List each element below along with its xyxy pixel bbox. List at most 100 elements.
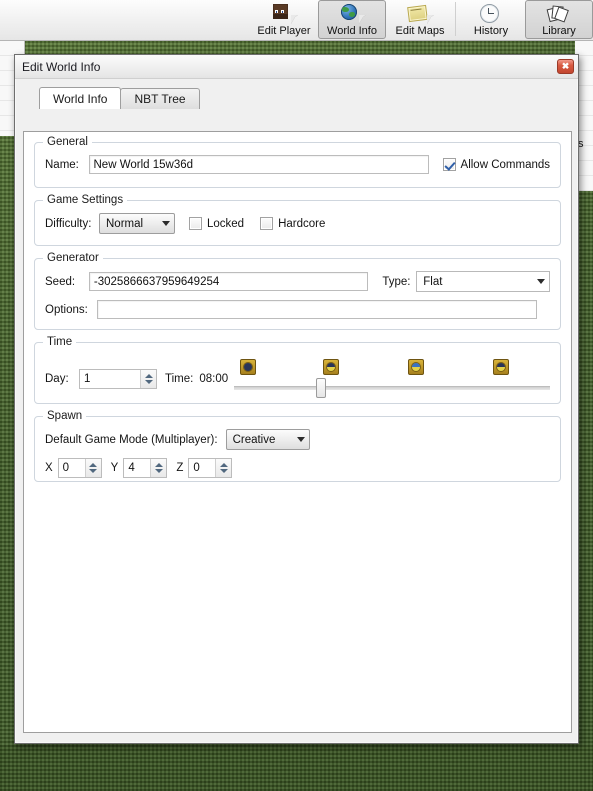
group-game-settings: Game Settings Difficulty: Normal Locked … (34, 194, 561, 246)
time-row: Day: 1 Time: 08:00 (45, 359, 550, 403)
clock-icon-dawn (322, 359, 339, 375)
spawn-y-spinner-buttons[interactable] (150, 459, 167, 477)
z-label: Z (176, 462, 184, 474)
edit-world-info-dialog: Edit World Info ✖ World Info NBT Tree Ge… (14, 54, 579, 744)
day-spinner[interactable]: 1 (79, 369, 157, 389)
toolbar-item-history[interactable]: History (457, 0, 525, 39)
time-label: Time: (165, 373, 194, 385)
tab-nbt-tree[interactable]: NBT Tree (120, 88, 200, 109)
time-value: 08:00 (199, 373, 229, 385)
toolbar-label-history: History (473, 25, 509, 37)
spinner-down-icon[interactable] (89, 469, 98, 473)
world-background-shadow-band (0, 745, 593, 791)
day-spinner-buttons[interactable] (140, 370, 156, 388)
toolbar-label-edit-player: Edit Player (257, 25, 311, 37)
group-spawn: Spawn Default Game Mode (Multiplayer): C… (34, 410, 561, 482)
clock-icon-day (407, 359, 424, 375)
toolbar-label-world-info: World Info (327, 25, 377, 37)
gamemode-value: Creative (232, 433, 276, 446)
close-glyph: ✖ (561, 61, 570, 71)
spinner-up-icon[interactable] (144, 374, 153, 378)
tab-world-info[interactable]: World Info (39, 87, 122, 109)
toolbar-item-edit-player[interactable]: Edit Player (250, 0, 318, 39)
hardcore-label: Hardcore (278, 217, 326, 230)
toolbar-item-world-info[interactable]: World Info (318, 0, 386, 39)
x-label: X (45, 462, 53, 474)
allow-commands-label: Allow Commands (460, 158, 551, 171)
gamemode-label: Default Game Mode (Multiplayer): (45, 433, 218, 446)
gamemode-select[interactable]: Creative (225, 429, 310, 450)
options-input[interactable] (97, 300, 537, 319)
chevron-down-icon (296, 437, 305, 442)
dialog-titlebar[interactable]: Edit World Info ✖ (15, 55, 578, 79)
toolbar-label-edit-maps: Edit Maps (395, 25, 445, 37)
toolbar-label-library: Library (542, 25, 576, 37)
locked-checkbox[interactable] (189, 217, 202, 230)
clock-icon (476, 3, 506, 24)
group-spawn-legend: Spawn (43, 410, 87, 422)
clock-icon-night (240, 359, 257, 375)
group-general-legend: General (43, 136, 92, 148)
spawn-x-value: 0 (62, 462, 70, 474)
general-name-row: Name: New World 15w36d Allow Commands (45, 155, 550, 174)
spawn-gamemode-row: Default Game Mode (Multiplayer): Creativ… (45, 429, 550, 450)
group-generator-legend: Generator (43, 252, 103, 264)
clock-icon-dusk (493, 359, 510, 375)
spawn-y-spinner[interactable]: 4 (123, 458, 168, 478)
options-label: Options: (45, 303, 88, 316)
close-icon[interactable]: ✖ (557, 59, 574, 74)
spinner-down-icon[interactable] (154, 469, 163, 473)
map-icon (405, 3, 435, 24)
spawn-x-spinner[interactable]: 0 (57, 458, 102, 478)
chevron-down-icon (162, 221, 170, 226)
time-slider-track[interactable] (234, 386, 550, 390)
group-game-settings-legend: Game Settings (43, 194, 128, 206)
difficulty-select[interactable]: Normal (99, 213, 175, 234)
tab-strip: World Info NBT Tree (39, 87, 572, 109)
time-slider-area[interactable] (234, 359, 550, 403)
day-value: 1 (84, 373, 91, 385)
toolbar-item-library[interactable]: Library (525, 0, 593, 39)
y-label: Y (110, 462, 119, 474)
books-icon (544, 3, 574, 24)
type-select[interactable]: Flat (416, 271, 550, 292)
spawn-z-value: 0 (193, 462, 200, 474)
group-time-legend: Time (43, 336, 77, 348)
name-label: Name: (45, 158, 79, 171)
toolbar-separator (455, 2, 456, 36)
locked-label: Locked (207, 217, 245, 230)
difficulty-label: Difficulty: (45, 217, 92, 230)
spinner-up-icon[interactable] (219, 463, 228, 467)
spinner-down-icon[interactable] (144, 380, 153, 384)
generator-options-row: Options: (45, 300, 550, 319)
spinner-up-icon[interactable] (154, 463, 163, 467)
day-label: Day: (45, 373, 69, 385)
group-generator: Generator Seed: -3025866637959649254 Typ… (34, 252, 561, 330)
globe-icon (337, 3, 367, 24)
group-general: General Name: New World 15w36d Allow Com… (34, 136, 561, 188)
steve-head-icon (269, 3, 299, 24)
seed-label: Seed: (45, 275, 76, 288)
spawn-x-spinner-buttons[interactable] (84, 459, 101, 477)
type-label: Type: (382, 275, 411, 288)
hardcore-checkbox[interactable] (260, 217, 274, 230)
tab-panel-world-info: General Name: New World 15w36d Allow Com… (23, 131, 572, 733)
spinner-down-icon[interactable] (219, 469, 228, 473)
spinner-up-icon[interactable] (89, 463, 98, 467)
name-input[interactable]: New World 15w36d (88, 155, 429, 174)
allow-commands-checkbox[interactable] (442, 158, 456, 171)
generator-seed-row: Seed: -3025866637959649254 Type: Flat (45, 271, 550, 292)
spawn-z-spinner-buttons[interactable] (215, 459, 232, 477)
group-time: Time Day: 1 Time: 08:00 (34, 336, 561, 404)
dialog-body: World Info NBT Tree General Name: New Wo… (15, 79, 580, 744)
dialog-title: Edit World Info (22, 59, 101, 74)
type-value: Flat (423, 275, 443, 288)
toolbar-item-edit-maps[interactable]: Edit Maps (386, 0, 454, 39)
time-slider-thumb[interactable] (316, 378, 327, 398)
spawn-coords-row: X 0 Y 4 Z 0 (45, 458, 550, 478)
seed-input[interactable]: -3025866637959649254 (88, 272, 369, 291)
chevron-down-icon (536, 279, 545, 284)
difficulty-value: Normal (106, 217, 144, 230)
spawn-z-spinner[interactable]: 0 (188, 458, 233, 478)
spawn-y-value: 4 (128, 462, 135, 474)
